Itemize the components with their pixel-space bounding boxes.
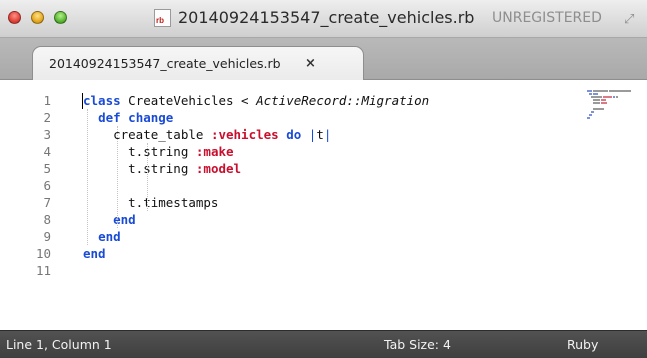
minimap-mark (592, 108, 605, 110)
minimap-mark (608, 90, 631, 92)
fullscreen-icon[interactable]: ⤢ (624, 11, 640, 27)
code-token: CreateVehicles < (120, 93, 257, 108)
title-bar[interactable]: rb 20140924153547_create_vehicles.rb UNR… (0, 0, 647, 38)
line-number: 2 (43, 110, 51, 125)
minimap-mark (592, 99, 601, 101)
minimize-window-button[interactable] (31, 11, 44, 24)
ruby-file-icon: rb (154, 9, 171, 27)
minimap-mark (612, 96, 615, 98)
minimap-mark (617, 96, 619, 98)
minimap-mark (592, 102, 601, 104)
code-token: end (98, 229, 121, 244)
minimap-mark (592, 93, 599, 95)
syntax-selector[interactable]: Ruby (567, 337, 598, 353)
code-token: ActiveRecord::Migration (256, 93, 430, 108)
line-number: 5 (43, 161, 51, 176)
code-token: :model (195, 161, 242, 176)
tab-label: 20140924153547_create_vehicles.rb (49, 56, 281, 71)
minimap-mark (592, 90, 608, 92)
code-line[interactable]: t.string :model (83, 160, 583, 177)
line-number: 1 (43, 93, 51, 108)
code-token: change (128, 110, 174, 125)
line-number: 10 (35, 246, 51, 261)
minimap-mark (590, 111, 594, 113)
minimap-mark (588, 93, 592, 95)
code-token: :vehicles (210, 127, 279, 142)
code-token: t (316, 127, 324, 142)
code-token: def (98, 110, 121, 125)
code-line[interactable]: create_table :vehicles do |t| (83, 126, 583, 143)
zoom-window-button[interactable] (54, 11, 67, 24)
minimap[interactable] (587, 90, 637, 124)
tab-bar: 20140924153547_create_vehicles.rb × (0, 38, 647, 80)
line-number: 9 (43, 229, 51, 244)
tab-close-icon[interactable]: × (305, 56, 316, 71)
minimap-mark (603, 96, 612, 98)
code-line[interactable]: class CreateVehicles < ActiveRecord::Mig… (83, 92, 583, 109)
indent-guide (86, 109, 88, 245)
minimap-mark (590, 96, 603, 98)
minimap-mark (587, 117, 590, 119)
code-line[interactable] (83, 262, 583, 279)
minimap-mark (587, 90, 592, 92)
line-number-gutter: 1 2 3 4 5 6 7 8 9 10 11 (0, 92, 63, 279)
minimap-mark (588, 114, 592, 116)
code-line[interactable]: end (83, 228, 583, 245)
code-token: end (83, 246, 106, 261)
line-number: 4 (43, 144, 51, 159)
code-token: class (83, 93, 121, 108)
code-line[interactable]: t.timestamps (83, 194, 583, 211)
code-line[interactable]: end (83, 211, 583, 228)
line-number: 7 (43, 195, 51, 210)
line-number: 11 (35, 263, 51, 278)
minimap-mark (601, 102, 607, 104)
code-line[interactable]: end (83, 245, 583, 262)
line-number: 3 (43, 127, 51, 142)
unregistered-label: UNREGISTERED (492, 10, 602, 26)
code-token: | (323, 127, 332, 142)
minimap-mark (601, 99, 606, 101)
code-token: :make (195, 144, 234, 159)
code-token: create_table (83, 127, 211, 142)
code-line[interactable]: t.string :make (83, 143, 583, 160)
code-token: t.string (83, 161, 196, 176)
indent-guide (146, 143, 148, 211)
line-number: 8 (43, 212, 51, 227)
editor-window: rb 20140924153547_create_vehicles.rb UNR… (0, 0, 647, 358)
code-line[interactable]: def change (83, 109, 583, 126)
close-window-button[interactable] (8, 11, 21, 24)
code-token: t.string (83, 144, 196, 159)
code-area[interactable]: class CreateVehicles < ActiveRecord::Mig… (83, 92, 583, 279)
window-title: 20140924153547_create_vehicles.rb (178, 8, 475, 27)
file-icon-label: rb (156, 16, 164, 25)
cursor-position[interactable]: Line 1, Column 1 (6, 337, 112, 353)
code-token: t.timestamps (83, 195, 219, 210)
tab-create-vehicles[interactable]: 20140924153547_create_vehicles.rb × (32, 46, 364, 80)
code-editor[interactable]: 1 2 3 4 5 6 7 8 9 10 11 class CreateVehicles < Act… (0, 81, 647, 330)
text-cursor (82, 93, 83, 109)
code-token: do (286, 127, 302, 142)
code-line[interactable] (83, 177, 583, 194)
tab-size-selector[interactable]: Tab Size: 4 (384, 337, 451, 353)
indent-guide (116, 126, 118, 228)
status-bar: Line 1, Column 1 Tab Size: 4 Ruby (0, 330, 647, 358)
line-number: 6 (43, 178, 51, 193)
